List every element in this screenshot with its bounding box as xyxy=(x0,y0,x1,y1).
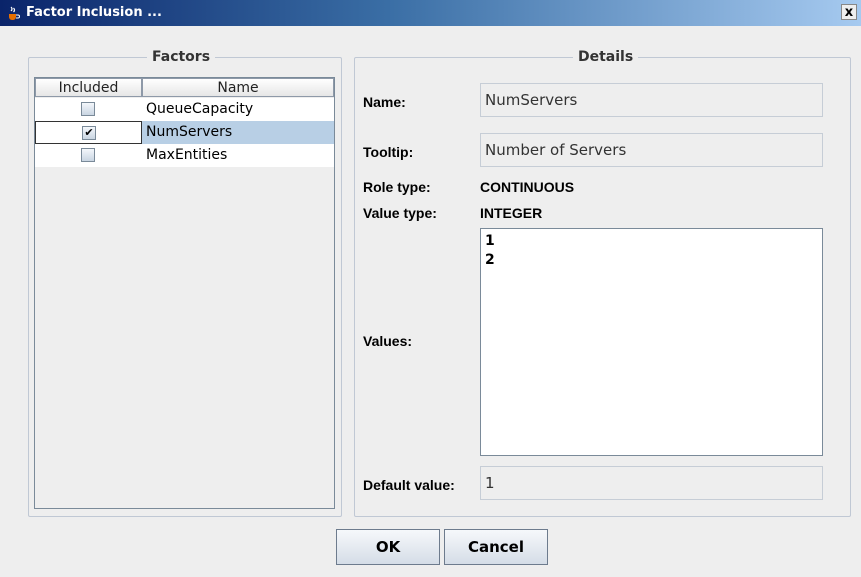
value-line: 1 xyxy=(485,233,495,249)
window-title: Factor Inclusion ... xyxy=(26,5,162,20)
details-panel: Details Name: NumServers Tooltip: Number… xyxy=(354,49,851,517)
tooltip-label: Tooltip: xyxy=(363,144,414,160)
included-checkbox[interactable] xyxy=(81,148,95,162)
close-icon: x xyxy=(844,4,854,20)
java-cup-icon xyxy=(9,6,20,20)
close-button[interactable]: x xyxy=(841,4,857,20)
column-header-name[interactable]: Name xyxy=(142,78,334,97)
value-line: 2 xyxy=(485,252,495,268)
name-label: Name: xyxy=(363,94,406,110)
included-cell[interactable]: ✔ xyxy=(35,121,142,144)
role-type-value: CONTINUOUS xyxy=(480,179,575,195)
tooltip-field[interactable]: Number of Servers xyxy=(480,133,823,167)
factors-panel: Factors Included Name QueueCapacity ✔ Nu… xyxy=(28,49,342,517)
included-checkbox[interactable]: ✔ xyxy=(82,126,96,140)
factor-name-cell[interactable]: MaxEntities xyxy=(142,144,334,167)
details-title: Details xyxy=(573,49,639,65)
value-type-label: Value type: xyxy=(363,205,437,221)
values-textarea[interactable]: 1 2 xyxy=(480,228,823,456)
factors-table[interactable]: Included Name QueueCapacity ✔ NumServers… xyxy=(34,77,335,509)
table-header: Included Name xyxy=(35,78,334,98)
included-checkbox[interactable] xyxy=(81,102,95,116)
title-bar[interactable]: Factor Inclusion ... x xyxy=(0,0,861,26)
table-row[interactable]: ✔ NumServers xyxy=(35,121,334,144)
factor-name-cell[interactable]: QueueCapacity xyxy=(142,98,334,121)
factors-title: Factors xyxy=(147,49,216,65)
cancel-button[interactable]: Cancel xyxy=(444,529,548,565)
default-value-field[interactable]: 1 xyxy=(480,466,823,500)
default-value-label: Default value: xyxy=(363,477,455,493)
name-field[interactable]: NumServers xyxy=(480,83,823,117)
table-row[interactable]: MaxEntities xyxy=(35,144,334,167)
values-label: Values: xyxy=(363,333,413,349)
included-cell[interactable] xyxy=(35,98,142,121)
value-type-value: INTEGER xyxy=(480,205,543,221)
factor-name-cell[interactable]: NumServers xyxy=(142,121,334,144)
table-row[interactable]: QueueCapacity xyxy=(35,98,334,121)
ok-button[interactable]: OK xyxy=(336,529,440,565)
column-header-included[interactable]: Included xyxy=(35,78,142,97)
role-type-label: Role type: xyxy=(363,179,431,195)
included-cell[interactable] xyxy=(35,144,142,167)
